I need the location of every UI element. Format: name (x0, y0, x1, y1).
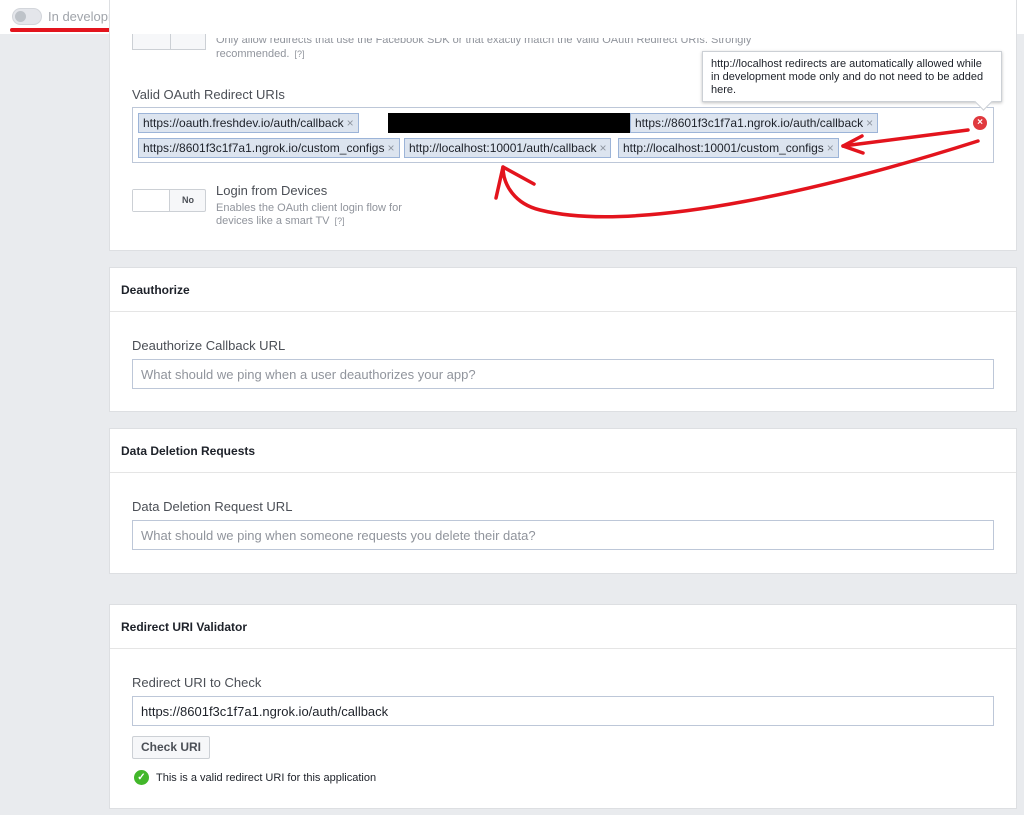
redirect-uri-token[interactable]: https://oauth.freshdev.io/auth/callback × (138, 113, 359, 133)
deauthorize-callback-label: Deauthorize Callback URL (132, 338, 286, 353)
login-devices-switch[interactable]: No (132, 189, 206, 212)
data-deletion-url-input[interactable] (132, 520, 994, 550)
development-mode-toggle[interactable] (12, 8, 42, 25)
token-text: https://8601f3c1f7a1.ngrok.io/custom_con… (143, 141, 385, 155)
strict-mode-toggle[interactable] (132, 34, 206, 50)
data-deletion-url-label: Data Deletion Request URL (132, 499, 293, 514)
redirect-uri-check-label: Redirect URI to Check (132, 675, 262, 690)
oauth-settings-card: Only allow redirects that use the Facebo… (109, 0, 1017, 251)
strict-mode-description-line2: recommended. (216, 48, 290, 60)
switch-handle (133, 190, 170, 211)
login-devices-description-text: Enables the OAuth client login flow for … (216, 202, 402, 227)
redirect-uri-check-input[interactable] (132, 696, 994, 726)
toggle-knob (15, 11, 26, 22)
redirect-uri-token[interactable]: http://localhost:10001/custom_configs × (618, 138, 839, 158)
remove-token-icon[interactable]: × (347, 116, 354, 130)
help-link[interactable]: [?] (294, 49, 304, 59)
localhost-tooltip: http://localhost redirects are automatic… (702, 51, 1002, 102)
login-devices-description: Enables the OAuth client login flow for … (216, 202, 436, 228)
token-text: https://oauth.freshdev.io/auth/callback (143, 116, 344, 130)
strict-mode-description-line1: Only allow redirects that use the Facebo… (216, 38, 752, 46)
strict-mode-description-line1-clip: Only allow redirects that use the Facebo… (216, 38, 786, 47)
deauthorize-callback-input[interactable] (132, 359, 994, 389)
redirect-uri-token[interactable]: https://8601f3c1f7a1.ngrok.io/custom_con… (138, 138, 400, 158)
token-text: https://8601f3c1f7a1.ngrok.io/auth/callb… (635, 116, 864, 130)
deauthorize-card: Deauthorize Deauthorize Callback URL (109, 267, 1017, 412)
remove-token-icon[interactable]: × (599, 141, 606, 155)
help-link[interactable]: [?] (335, 216, 345, 226)
remove-token-icon[interactable]: × (827, 141, 834, 155)
card-title: Redirect URI Validator (110, 605, 1016, 649)
data-deletion-card: Data Deletion Requests Data Deletion Req… (109, 428, 1017, 574)
redirect-uri-token[interactable]: http://localhost:10001/auth/callback × (404, 138, 612, 158)
redirect-uri-token[interactable]: https://8601f3c1f7a1.ngrok.io/auth/callb… (630, 113, 879, 133)
redirect-uris-label: Valid OAuth Redirect URIs (132, 87, 285, 102)
remove-token-icon[interactable]: × (866, 116, 873, 130)
token-text: http://localhost:10001/custom_configs (623, 141, 824, 155)
redirect-validator-card: Redirect URI Validator Redirect URI to C… (109, 604, 1017, 809)
check-uri-button[interactable]: Check URI (132, 736, 211, 759)
switch-state-label: No (182, 195, 194, 205)
validation-result: This is a valid redirect URI for this ap… (156, 772, 377, 784)
token-text: http://localhost:10001/auth/callback (409, 141, 597, 155)
strict-mode-description: Only allow redirects that use the Facebo… (216, 38, 786, 61)
toggle-divider (170, 34, 171, 49)
check-circle-icon: ✓ (134, 770, 149, 785)
card-title: Deauthorize (110, 268, 1016, 312)
remove-token-icon[interactable]: × (387, 141, 394, 155)
redacted-token (388, 113, 648, 133)
login-devices-title: Login from Devices (216, 183, 328, 198)
redirect-uris-input[interactable]: https://oauth.freshdev.io/auth/callback ×… (132, 107, 994, 163)
card-title: Data Deletion Requests (110, 429, 1016, 473)
error-icon[interactable]: × (973, 116, 987, 130)
